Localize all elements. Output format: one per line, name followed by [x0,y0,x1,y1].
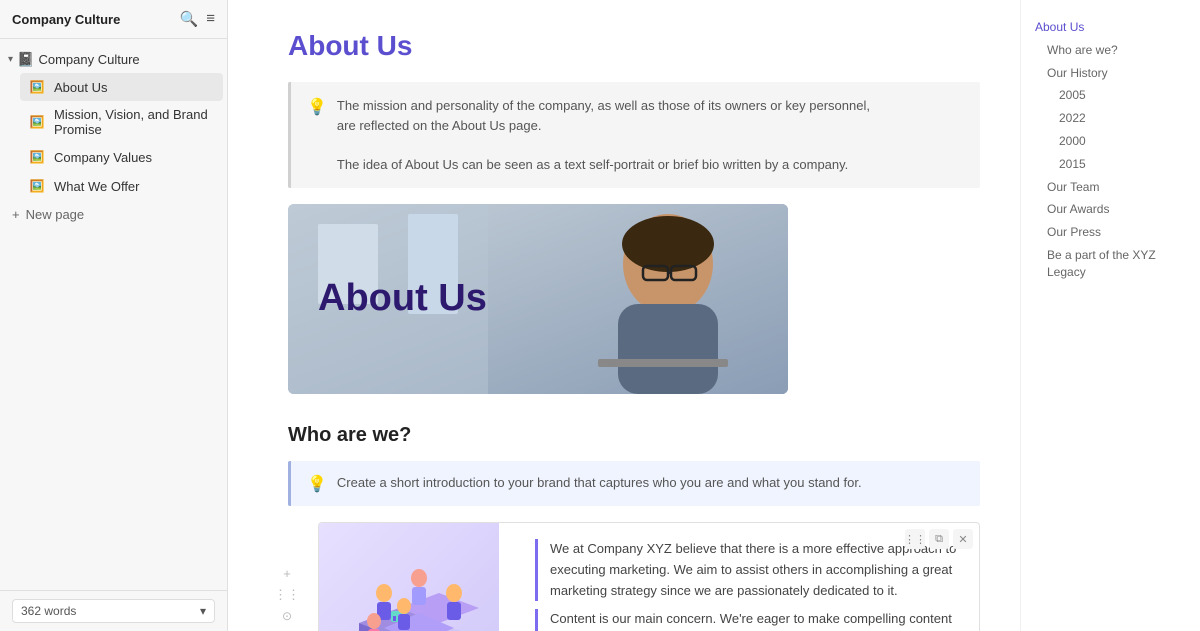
sidebar-item-label: What We Offer [54,179,140,194]
who-callout-text: Create a short introduction to your bran… [337,473,862,493]
content-block: ⋮⋮ ⧉ ✕ [318,522,980,631]
lightbulb-icon: 💡 [307,97,327,117]
main-content: About Us 💡 The mission and personality o… [228,0,1020,631]
sidebar-item-values[interactable]: 🖼️ Company Values [20,143,223,171]
toc-item-2015[interactable]: 2015 [1035,153,1186,176]
sidebar-title: Company Culture [12,12,120,27]
chevron-icon: ▾ [8,54,13,65]
copy-icon[interactable]: ⧉ [929,529,949,549]
toc-item-2005[interactable]: 2005 [1035,84,1186,107]
plus-icon: + [12,207,20,222]
paragraph-2-wrapper: Content is our main concern. We're eager… [535,609,963,631]
table-of-contents: About Us Who are we? Our History 2005 20… [1020,0,1200,631]
team-illustration-box [319,523,499,631]
callout-text-line1: The mission and personality of the compa… [337,98,870,113]
block-tools: ⋮⋮ ⧉ ✕ [905,529,973,549]
toc-item-2022[interactable]: 2022 [1035,107,1186,130]
sidebar-header-icons: 🔍 ≡ [180,10,215,28]
sidebar-header: Company Culture 🔍 ≡ [0,0,227,39]
drag-icon[interactable]: ⋮⋮ [905,529,925,549]
values-icon: 🖼️ [28,148,46,166]
notebook-icon: 📓 [17,51,34,68]
sidebar: Company Culture 🔍 ≡ ▾ 📓 Company Culture … [0,0,228,631]
tree-root[interactable]: ▾ 📓 Company Culture [0,47,227,72]
sidebar-tree: ▾ 📓 Company Culture 🖼️ About Us 🖼️ Missi… [0,39,227,590]
toc-item-legacy[interactable]: Be a part of the XYZ Legacy [1035,244,1186,284]
delete-icon[interactable]: ✕ [953,529,973,549]
about-us-icon: 🖼️ [28,78,46,96]
mission-icon: 🖼️ [28,113,46,131]
callout-text-1: The mission and personality of the compa… [337,96,870,174]
sidebar-item-mission[interactable]: 🖼️ Mission, Vision, and Brand Promise [20,102,223,142]
block-side-controls: + ⋮⋮ ⊙ + [274,566,300,631]
content-block-wrapper: + ⋮⋮ ⊙ + ⋮⋮ ⧉ ✕ [318,522,980,631]
paragraph-2: Content is our main concern. We're eager… [550,609,963,631]
callout-box-2: 💡 Create a short introduction to your br… [288,461,980,506]
settings-block-icon[interactable]: ⊙ [282,609,292,623]
lightbulb-icon-2: 💡 [307,474,327,494]
page-title: About Us [288,30,980,62]
callout-text-line2: are reflected on the About Us page. [337,118,542,133]
word-count-bar[interactable]: 362 words ▾ [12,599,215,623]
toc-item-awards[interactable]: Our Awards [1035,198,1186,221]
add-block-icon[interactable]: + [283,566,291,581]
toc-item-history[interactable]: Our History [1035,62,1186,85]
sidebar-item-label: Company Values [54,150,152,165]
toc-item-2000[interactable]: 2000 [1035,130,1186,153]
tree-children: 🖼️ About Us 🖼️ Mission, Vision, and Bran… [0,73,227,200]
toc-item-who[interactable]: Who are we? [1035,39,1186,62]
menu-icon[interactable]: ≡ [206,10,215,28]
callout-box-1: 💡 The mission and personality of the com… [288,82,980,188]
sidebar-item-about-us[interactable]: 🖼️ About Us [20,73,223,101]
team-illustration-svg [329,533,489,631]
hero-image-text: About Us [318,278,487,320]
callout-text-line3: The idea of About Us can be seen as a te… [337,157,848,172]
toc-item-team[interactable]: Our Team [1035,176,1186,199]
tree-root-label: Company Culture [38,52,139,67]
new-page-label: New page [26,207,85,222]
sidebar-footer: 362 words ▾ [0,590,227,631]
new-page-button[interactable]: + New page [0,201,227,228]
toc-item-press[interactable]: Our Press [1035,221,1186,244]
sidebar-item-label: About Us [54,80,107,95]
word-count: 362 words [21,604,76,618]
search-icon[interactable]: 🔍 [180,10,199,28]
who-section-title: Who are we? [288,424,980,447]
drag-handle-icon[interactable]: ⋮⋮ [274,587,300,603]
hero-image: About Us [288,204,788,394]
sidebar-item-offer[interactable]: 🖼️ What We Offer [20,172,223,200]
toc-item-about-us[interactable]: About Us [1035,16,1186,39]
paragraph-1-wrapper: We at Company XYZ believe that there is … [535,539,963,601]
offer-icon: 🖼️ [28,177,46,195]
paragraph-1: We at Company XYZ believe that there is … [550,539,963,601]
chevron-down-icon: ▾ [200,604,206,618]
sidebar-item-label: Mission, Vision, and Brand Promise [54,107,215,137]
